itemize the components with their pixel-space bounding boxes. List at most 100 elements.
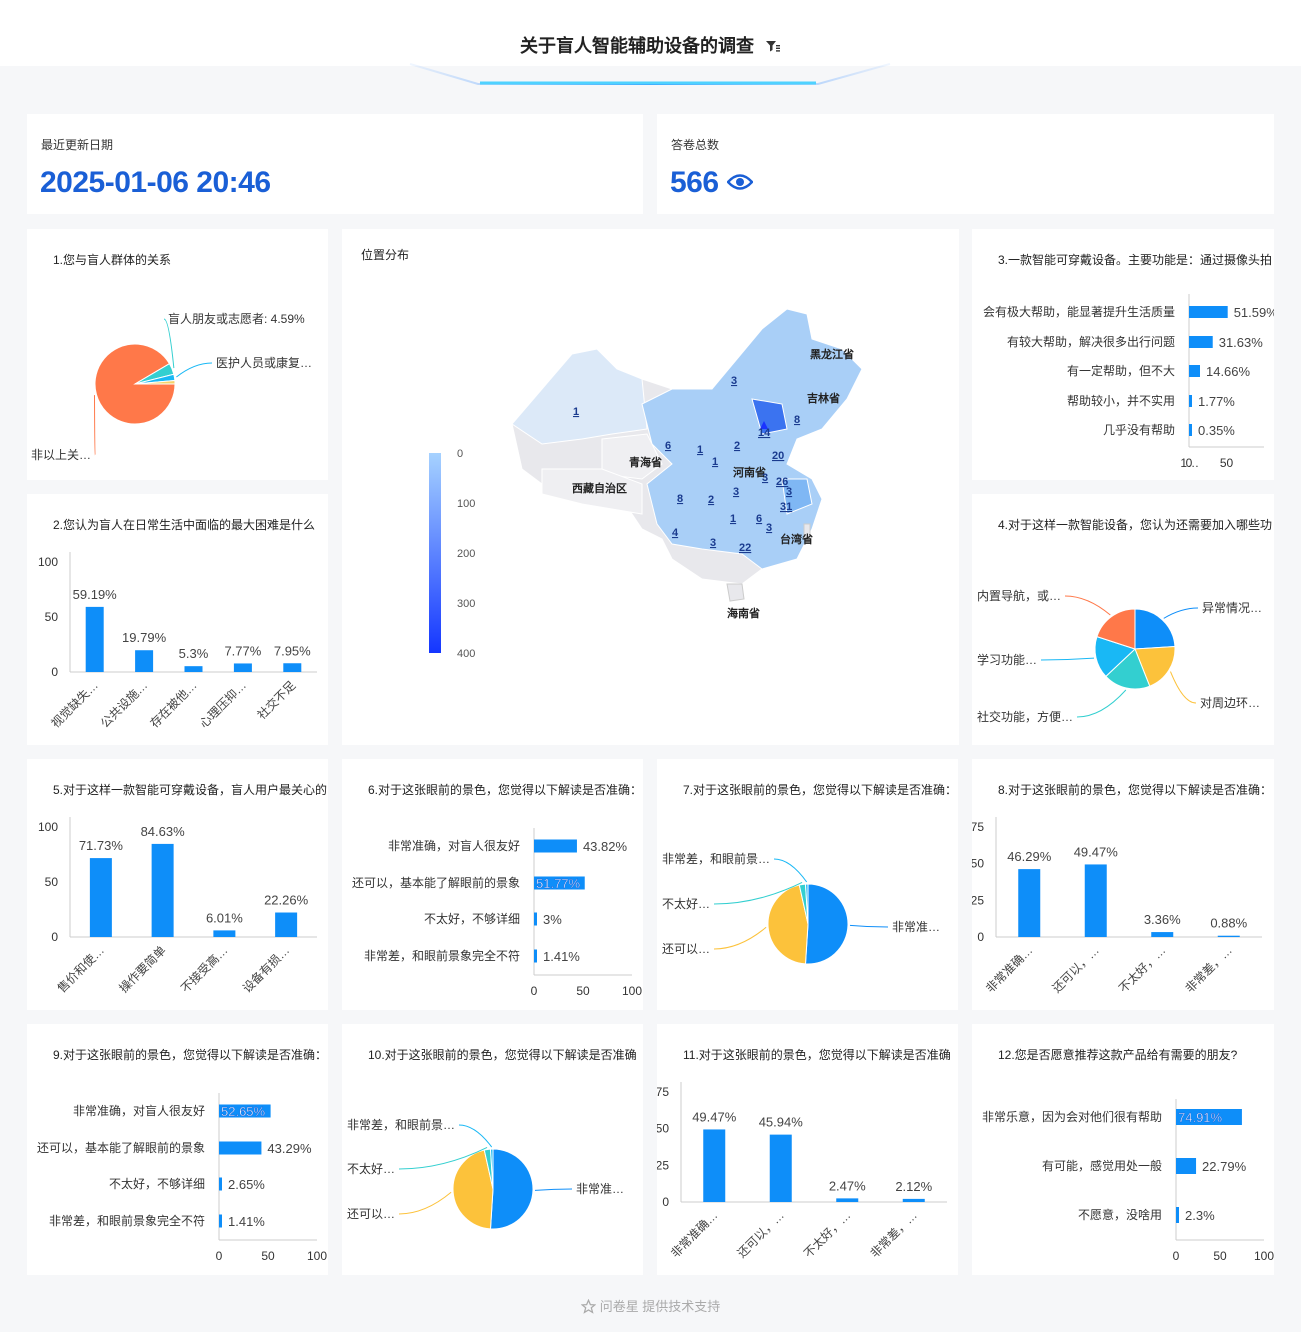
bar: [275, 912, 298, 937]
bar-value-label: 2.12%: [895, 1179, 932, 1194]
map-legend-tick: 0: [457, 448, 463, 460]
y-tick-label: 100: [38, 820, 58, 834]
bar-value-label: 3.36%: [1144, 912, 1181, 927]
q8-title: 8.对于这张眼前的景色，您觉得以下解读是否准确：: [998, 783, 1273, 797]
q7-card: 7.对于这张眼前的景色，您觉得以下解读是否准确： 非常准… 还可以… 不太好… 非常差…: [657, 759, 958, 1010]
pie-leader-line: [1169, 671, 1197, 704]
header-decoration: [409, 63, 891, 85]
q2-title: 2.您认为盲人在日常生活中面临的最大困难是什么: [53, 518, 316, 532]
x-tick-label: 社交不足: [254, 678, 299, 723]
pie-leader-line: [176, 362, 213, 378]
pie-label: 还可以…: [347, 1207, 395, 1221]
page-title: 关于盲人智能辅助设备的调查: [519, 36, 754, 56]
pie-leader-line: [713, 926, 767, 950]
x-tick-label: 100: [1254, 1249, 1274, 1263]
region-hainan[interactable]: [726, 583, 745, 602]
map-legend-bar: [429, 453, 441, 653]
map-value-label: 1: [730, 513, 736, 525]
y-tick-label: 50: [45, 610, 59, 624]
bar-value-label: 45.94%: [759, 1115, 804, 1130]
x-tick-label: 100: [307, 1249, 327, 1263]
map-value-label: 8: [677, 493, 683, 505]
filter-icon[interactable]: [765, 37, 781, 58]
china-map[interactable]: 0100200300400 黑龙江省吉林省青海省河南省西藏自治区台湾省海南省 3…: [342, 229, 959, 745]
region-xinjiang[interactable]: [511, 348, 648, 445]
map-legend-tick: 200: [457, 548, 475, 560]
bar-value-label: 14.66%: [1206, 364, 1251, 379]
category-label: 会有极大帮助，能显著提升生活质量: [983, 304, 1175, 319]
page-title-row: 关于盲人智能辅助设备的调查: [0, 32, 1301, 58]
category-label: 不愿意，没啥用: [1078, 1207, 1162, 1222]
bar: [1189, 395, 1192, 407]
eye-icon[interactable]: [725, 165, 754, 199]
footer-text[interactable]: 问卷星 提供技术支持: [600, 1299, 721, 1314]
x-tick-label: 非常准确…: [983, 943, 1035, 995]
bar-value-label: 31.63%: [1219, 335, 1264, 350]
pie-leader-line: [534, 1188, 573, 1191]
map-value-label: 3: [733, 486, 739, 498]
bar: [89, 858, 112, 937]
q9-card: 9.对于这张眼前的景色，您觉得以下解读是否准确： 0 50 100 非常准确，对盲人很…: [27, 1024, 328, 1275]
pie-leader-line: [1040, 657, 1095, 661]
x-tick-label: 公共设施…: [98, 678, 150, 730]
y-tick-label: 25: [657, 1158, 669, 1172]
q4-title: 4.对于这样一款智能设备，您认为还需要加入哪些功: [998, 518, 1273, 532]
bar: [1189, 365, 1200, 377]
bar-value-label: 2.3%: [1185, 1208, 1215, 1223]
bar-value-label: 7.77%: [224, 643, 261, 658]
x-tick-label: 非常差，…: [1183, 943, 1235, 995]
bar-value-label: 19.79%: [122, 630, 167, 645]
bar: [283, 663, 302, 672]
pie-label: 不太好…: [347, 1161, 395, 1176]
map-value-label: 6: [756, 513, 762, 525]
bar-value-label: 1.41%: [228, 1214, 265, 1229]
map-value-label: 3: [786, 486, 792, 498]
bar: [534, 839, 577, 853]
x-tick-label: 1…: [1180, 456, 1199, 470]
x-tick-label: 0: [1173, 1249, 1180, 1263]
q6-title: 6.对于这张眼前的景色，您觉得以下解读是否准确：: [368, 783, 643, 797]
map-value-label: 4: [672, 527, 679, 539]
bar-value-label: 2.47%: [829, 1178, 866, 1193]
pie-label: 不太好…: [662, 896, 710, 911]
y-tick-label: 75: [657, 1085, 669, 1099]
q6-card: 6.对于这张眼前的景色，您觉得以下解读是否准确： 0 50 100 非常准确，对盲人很…: [342, 759, 643, 1010]
pie-leader-line: [398, 1191, 452, 1215]
bar-value-label: 51.77%: [536, 876, 581, 891]
bar: [902, 1198, 925, 1202]
bar-value-label: 52.65%: [221, 1104, 266, 1119]
q12-card: 12.您是否愿意推荐这款产品给有需要的朋友? 0 50 100 非常乐意，因为会对他们…: [972, 1024, 1274, 1275]
bar-value-label: 5.3%: [179, 646, 209, 661]
bar-value-label: 1.77%: [1198, 394, 1235, 409]
map-province-label: 吉林省: [807, 391, 840, 405]
category-label: 非常准确，对盲人很友好: [388, 838, 520, 853]
bar-value-label: 0.35%: [1198, 423, 1235, 438]
x-tick-label: 50: [1213, 1249, 1227, 1263]
map-legend-tick: 100: [457, 498, 475, 510]
pie-label: 非常准…: [576, 1182, 624, 1196]
pie-label: 非常差，和眼前景…: [347, 1117, 455, 1132]
pie-label: 盲人朋友或志愿者: 4.59%: [168, 311, 305, 326]
map-value-label: 14: [758, 427, 771, 439]
map-value-label: 2: [708, 494, 714, 506]
x-tick-label: 不接受高…: [177, 943, 230, 996]
category-label: 不太好，不够详细: [424, 911, 520, 926]
pie-leader-line: [458, 1124, 493, 1148]
bar-value-label: 2.65%: [228, 1177, 265, 1192]
q7-title: 7.对于这张眼前的景色，您觉得以下解读是否准确：: [683, 783, 958, 797]
category-label: 非常乐意，因为会对他们很有帮助: [982, 1109, 1162, 1124]
pie-leader-line: [1064, 595, 1111, 616]
pie-label: 医护人员或康复…: [216, 355, 312, 370]
category-label: 非常准确，对盲人很友好: [73, 1103, 205, 1118]
category-label: 帮助较小，并不实用: [1067, 393, 1175, 408]
y-tick-label: 50: [657, 1122, 669, 1136]
q1-title: 1.您与盲人群体的关系: [53, 253, 172, 267]
x-tick-label: 操作要简单: [116, 943, 169, 996]
bar-value-label: 22.79%: [1202, 1159, 1247, 1174]
bar-value-label: 74.91%: [1178, 1110, 1223, 1125]
bar: [1018, 869, 1041, 937]
map-value-label: 31: [780, 501, 792, 513]
map-legend-tick: 400: [457, 648, 475, 660]
map-province-label: 海南省: [727, 606, 760, 620]
last-update-label: 最近更新日期: [41, 138, 114, 152]
